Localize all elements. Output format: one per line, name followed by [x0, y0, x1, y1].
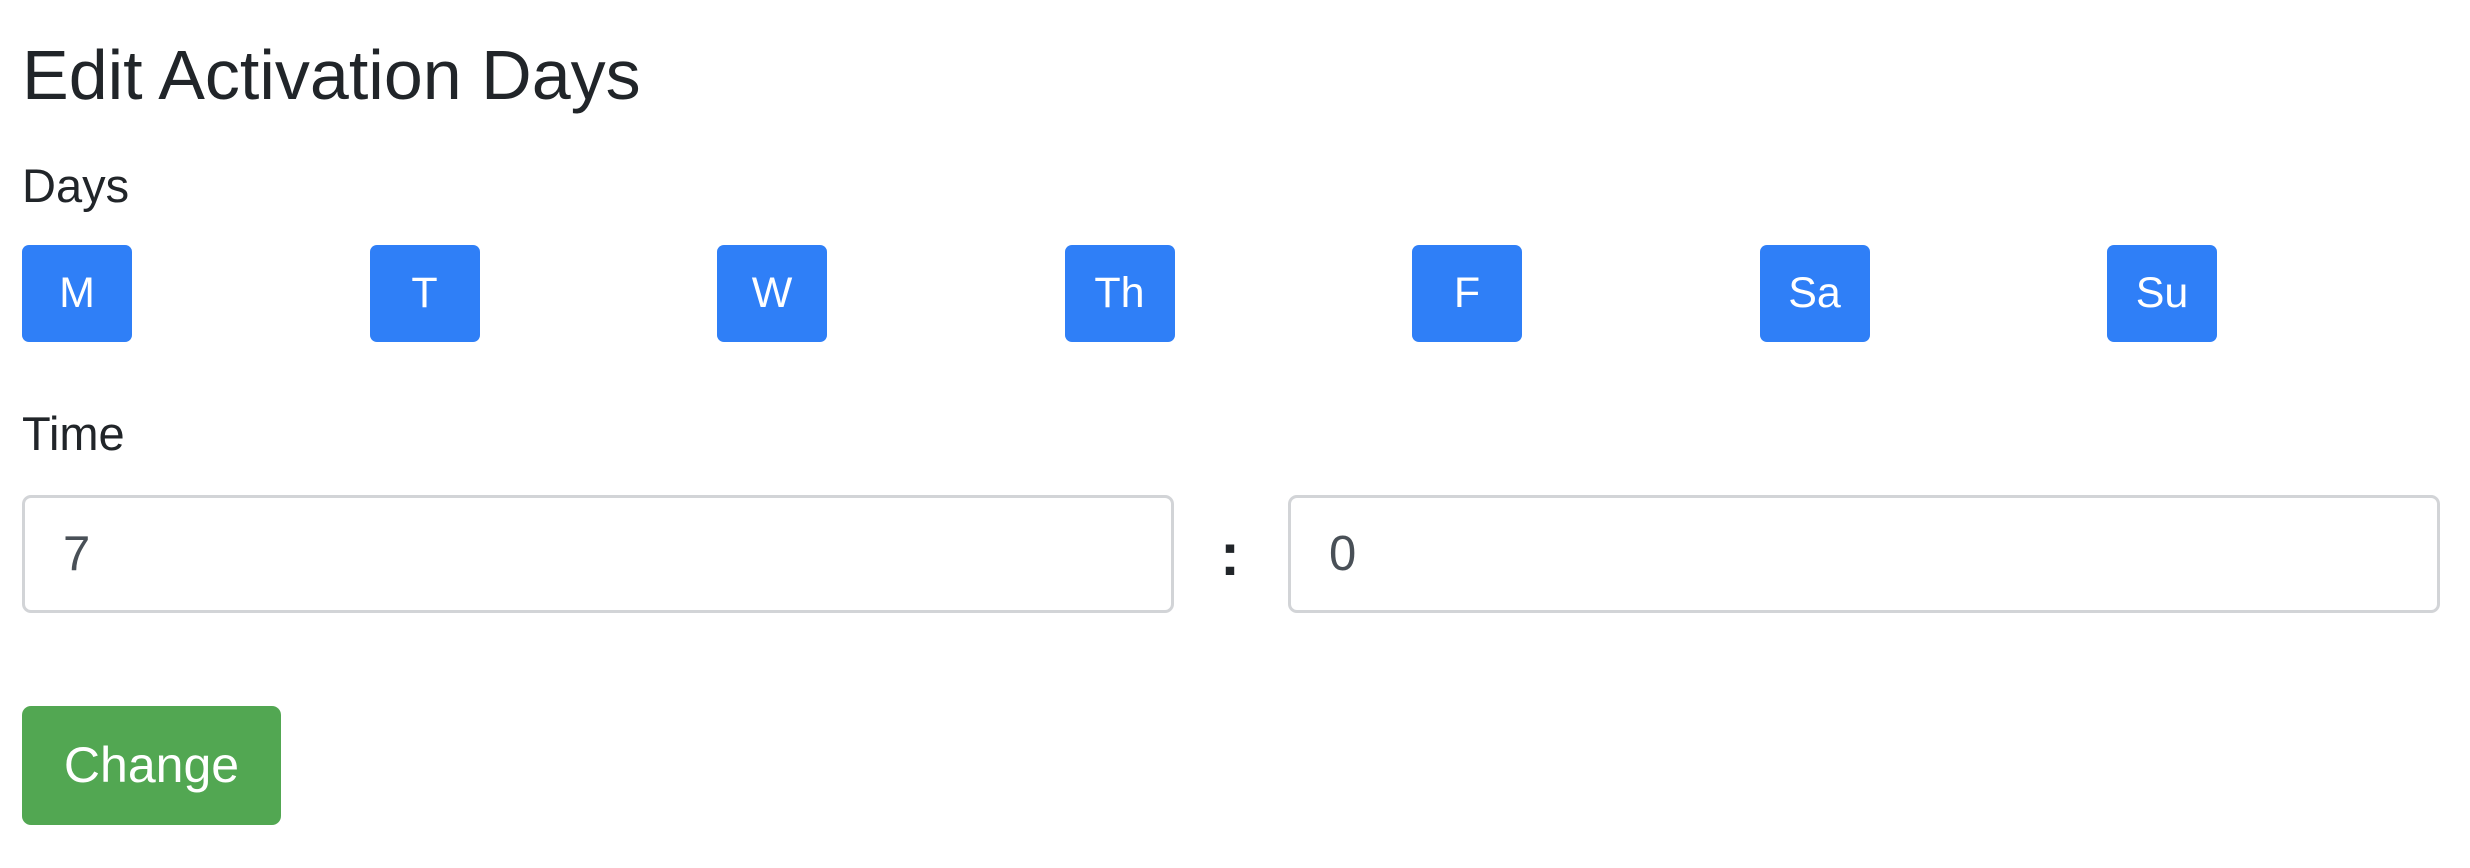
day-button-monday[interactable]: M	[22, 245, 132, 342]
day-button-thursday[interactable]: Th	[1064, 245, 1175, 342]
time-label: Time	[22, 407, 125, 460]
change-button[interactable]: Change	[22, 706, 281, 825]
day-button-wednesday[interactable]: W	[717, 245, 827, 342]
time-separator: :	[1220, 521, 1240, 588]
page-title: Edit Activation Days	[22, 36, 641, 114]
day-button-sunday[interactable]: Su	[2107, 245, 2217, 342]
days-label: Days	[22, 159, 130, 212]
day-button-saturday[interactable]: Sa	[1759, 245, 1870, 342]
hour-input[interactable]	[22, 495, 1174, 613]
day-selector: M T W Th F Sa Su	[22, 245, 2217, 342]
day-button-tuesday[interactable]: T	[369, 245, 480, 342]
minute-input[interactable]	[1288, 495, 2440, 613]
day-button-friday[interactable]: F	[1412, 245, 1522, 342]
